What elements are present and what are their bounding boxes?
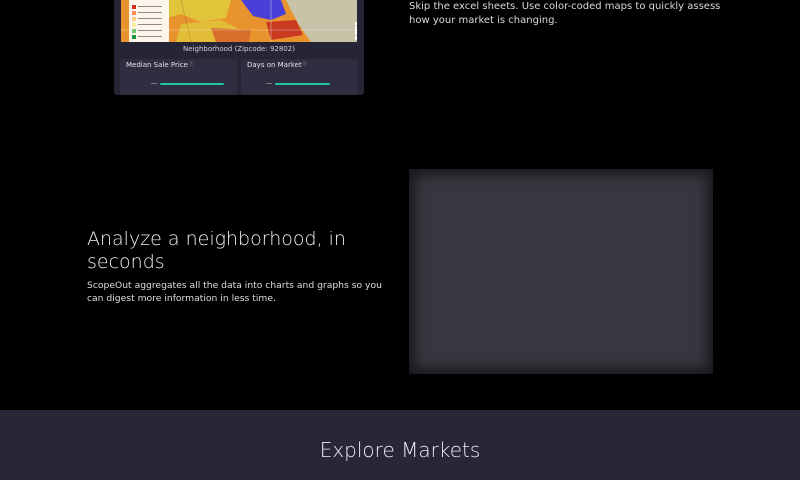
legend-label — [138, 35, 162, 38]
days-on-market-card: Days on Marketⓘ — [241, 59, 358, 95]
analyze-section-description: ScopeOut aggregates all the data into ch… — [87, 280, 382, 304]
stat-title-label: Median Sale Price — [126, 61, 188, 69]
sparkline — [275, 83, 330, 85]
sparkline-marker — [151, 83, 157, 84]
explore-markets-heading: Explore Markets — [319, 438, 481, 462]
stat-title-label: Days on Market — [247, 61, 302, 69]
legend-label — [138, 29, 162, 32]
legend-label — [138, 23, 162, 26]
legend-row — [132, 4, 166, 9]
map-preview-card: + − Neighborhood (Zipcode: 92802) Median… — [114, 0, 364, 95]
legend-row — [132, 22, 166, 27]
map-section-description: Skip the excel sheets. Use color-coded m… — [409, 1, 721, 26]
legend-row — [132, 16, 166, 21]
zoom-in-button[interactable]: + — [355, 22, 357, 31]
info-icon[interactable]: ⓘ — [189, 62, 194, 67]
demo-video-placeholder[interactable] — [409, 169, 713, 374]
map-legend — [129, 0, 169, 42]
sparkline — [160, 83, 224, 85]
sparkline-marker — [266, 83, 272, 84]
days-on-market-title: Days on Marketⓘ — [247, 61, 307, 69]
legend-swatch — [132, 4, 136, 9]
legend-label — [138, 5, 162, 8]
zoom-controls: + − — [355, 22, 357, 40]
info-icon[interactable]: ⓘ — [303, 62, 308, 67]
legend-label — [138, 11, 162, 14]
heat-map[interactable]: + − — [121, 0, 357, 42]
zoom-out-button[interactable]: − — [355, 31, 357, 40]
legend-row — [132, 28, 166, 33]
legend-label — [138, 17, 162, 20]
legend-swatch — [132, 34, 136, 39]
explore-markets-section: Explore Markets — [0, 410, 800, 480]
legend-row — [132, 34, 166, 39]
analyze-section-heading: Analyze a neighborhood, in seconds — [87, 228, 346, 273]
legend-swatch — [132, 10, 136, 15]
legend-row — [132, 10, 166, 15]
legend-swatch — [132, 28, 136, 33]
legend-swatch — [132, 16, 136, 21]
median-sale-price-card: Median Sale Priceⓘ — [120, 59, 237, 95]
median-sale-price-title: Median Sale Priceⓘ — [126, 61, 193, 69]
map-caption: Neighborhood (Zipcode: 92802) — [183, 45, 295, 53]
legend-swatch — [132, 22, 136, 27]
